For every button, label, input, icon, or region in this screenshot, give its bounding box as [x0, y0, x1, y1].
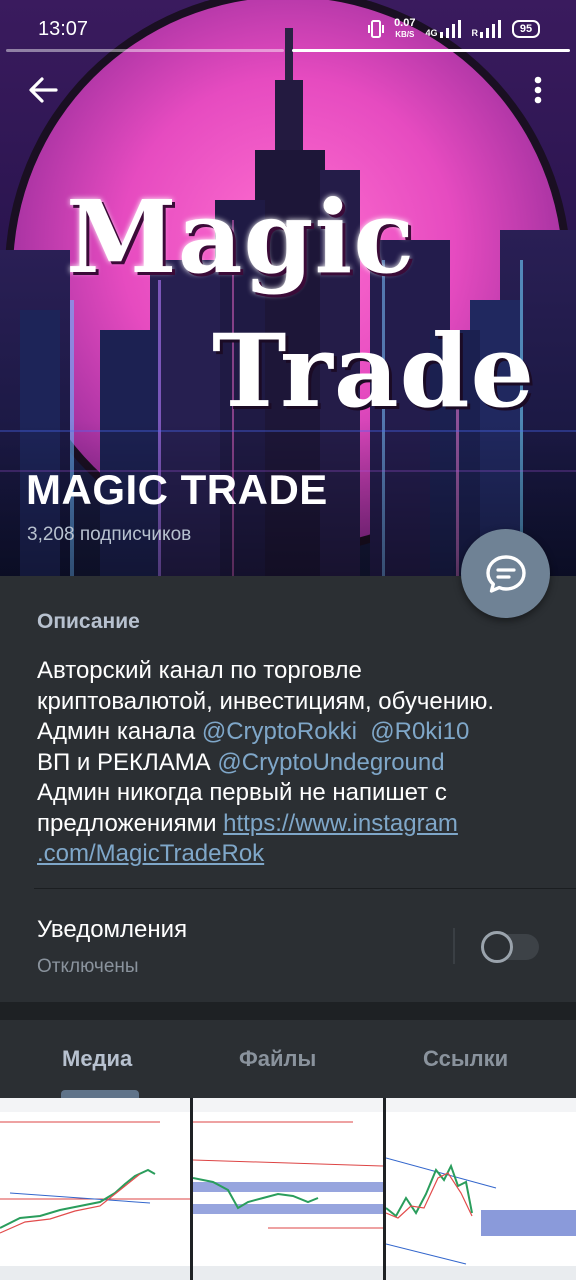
media-thumbnail[interactable]: [386, 1098, 576, 1280]
description-line: Админ никогда первый не напишет с: [37, 779, 447, 806]
notifications-toggle[interactable]: [481, 931, 539, 963]
network-speed-unit: KB/S: [395, 30, 415, 39]
tab-media[interactable]: Медиа: [62, 1046, 132, 1072]
chart-screenshot-image: [193, 1098, 383, 1280]
description-line: криптовалютой, инвестициям, обучению.: [37, 687, 495, 715]
description-line: ВП и РЕКЛАМА @CryptoUndeground: [37, 748, 557, 779]
more-vertical-icon: [534, 76, 542, 104]
channel-info-panel: Описание Авторский канал по торговле кри…: [0, 576, 576, 1002]
channel-title: MAGIC TRADE: [26, 466, 328, 513]
tab-indicator: [61, 1090, 139, 1098]
description-line: Авторский канал по торговле: [37, 657, 362, 684]
notifications-status: Отключены: [37, 956, 139, 977]
chart-screenshot-image: [0, 1098, 190, 1280]
media-thumbnail[interactable]: [0, 1098, 190, 1280]
mention-link[interactable]: @R0ki10: [370, 718, 469, 745]
description-text: предложениями: [37, 809, 224, 837]
status-time: 13:07: [38, 18, 89, 40]
notifications-label: Уведомления: [37, 916, 188, 943]
tab-files[interactable]: Файлы: [239, 1046, 316, 1072]
battery-indicator: 95: [512, 20, 540, 38]
chat-bubble-icon: [485, 554, 526, 593]
description-text: Админ канала: [37, 718, 202, 745]
channel-description: Авторский канал по торговле криптовалюто…: [37, 656, 557, 870]
divider: [34, 888, 576, 889]
network-type-label: 4G: [425, 28, 438, 38]
network-speed: 0.07 KB/S: [394, 18, 415, 40]
network-speed-value: 0.07: [394, 17, 416, 29]
mention-link[interactable]: @CryptoUndeground: [217, 749, 444, 776]
signal-4g: 4G: [425, 20, 461, 38]
signal-roaming: R: [472, 20, 503, 38]
mention-link[interactable]: @CryptoRokki: [202, 718, 357, 745]
description-label: Описание: [37, 610, 140, 633]
media-thumbnail[interactable]: [193, 1098, 383, 1280]
shared-media-tabs: Медиа Файлы Ссылки: [0, 1020, 576, 1098]
notifications-separator: [453, 928, 455, 964]
description-line: предложениями https://www.instagram: [37, 809, 557, 840]
progress-segment: [6, 49, 284, 52]
signal-bars-icon: [439, 20, 461, 38]
chart-screenshot-image: [386, 1098, 576, 1280]
instagram-link-continued[interactable]: .com/MagicTradeRok: [37, 840, 264, 867]
back-button[interactable]: [26, 72, 62, 108]
signal-bars-2-icon: [480, 20, 501, 38]
tab-links[interactable]: Ссылки: [423, 1046, 508, 1072]
description-line: Админ канала @CryptoRokki @R0ki10: [37, 717, 557, 748]
cover-logo-magic: Magic: [66, 178, 416, 296]
status-icons: 0.07 KB/S 4G R 95: [368, 16, 540, 42]
chat-button[interactable]: [461, 529, 550, 618]
media-grid: [0, 1098, 576, 1280]
roaming-label: R: [471, 28, 479, 38]
channel-cover: Magic Trade MAGIC TRADE 3,208 подписчико…: [0, 0, 576, 576]
description-text: ВП и РЕКЛАМА: [37, 748, 218, 776]
cover-logo-trade: Trade: [212, 312, 536, 430]
more-options-button[interactable]: [522, 72, 554, 108]
subscriber-count: 3,208 подписчиков: [27, 524, 192, 545]
toggle-knob: [481, 931, 513, 963]
vibrate-icon: [368, 20, 385, 38]
progress-segment-active: [292, 49, 570, 52]
instagram-link[interactable]: https://www.instagram: [223, 810, 458, 837]
arrow-left-icon: [29, 77, 58, 103]
description-line: .com/MagicTradeRok: [37, 839, 557, 870]
photo-progress: [6, 49, 570, 53]
